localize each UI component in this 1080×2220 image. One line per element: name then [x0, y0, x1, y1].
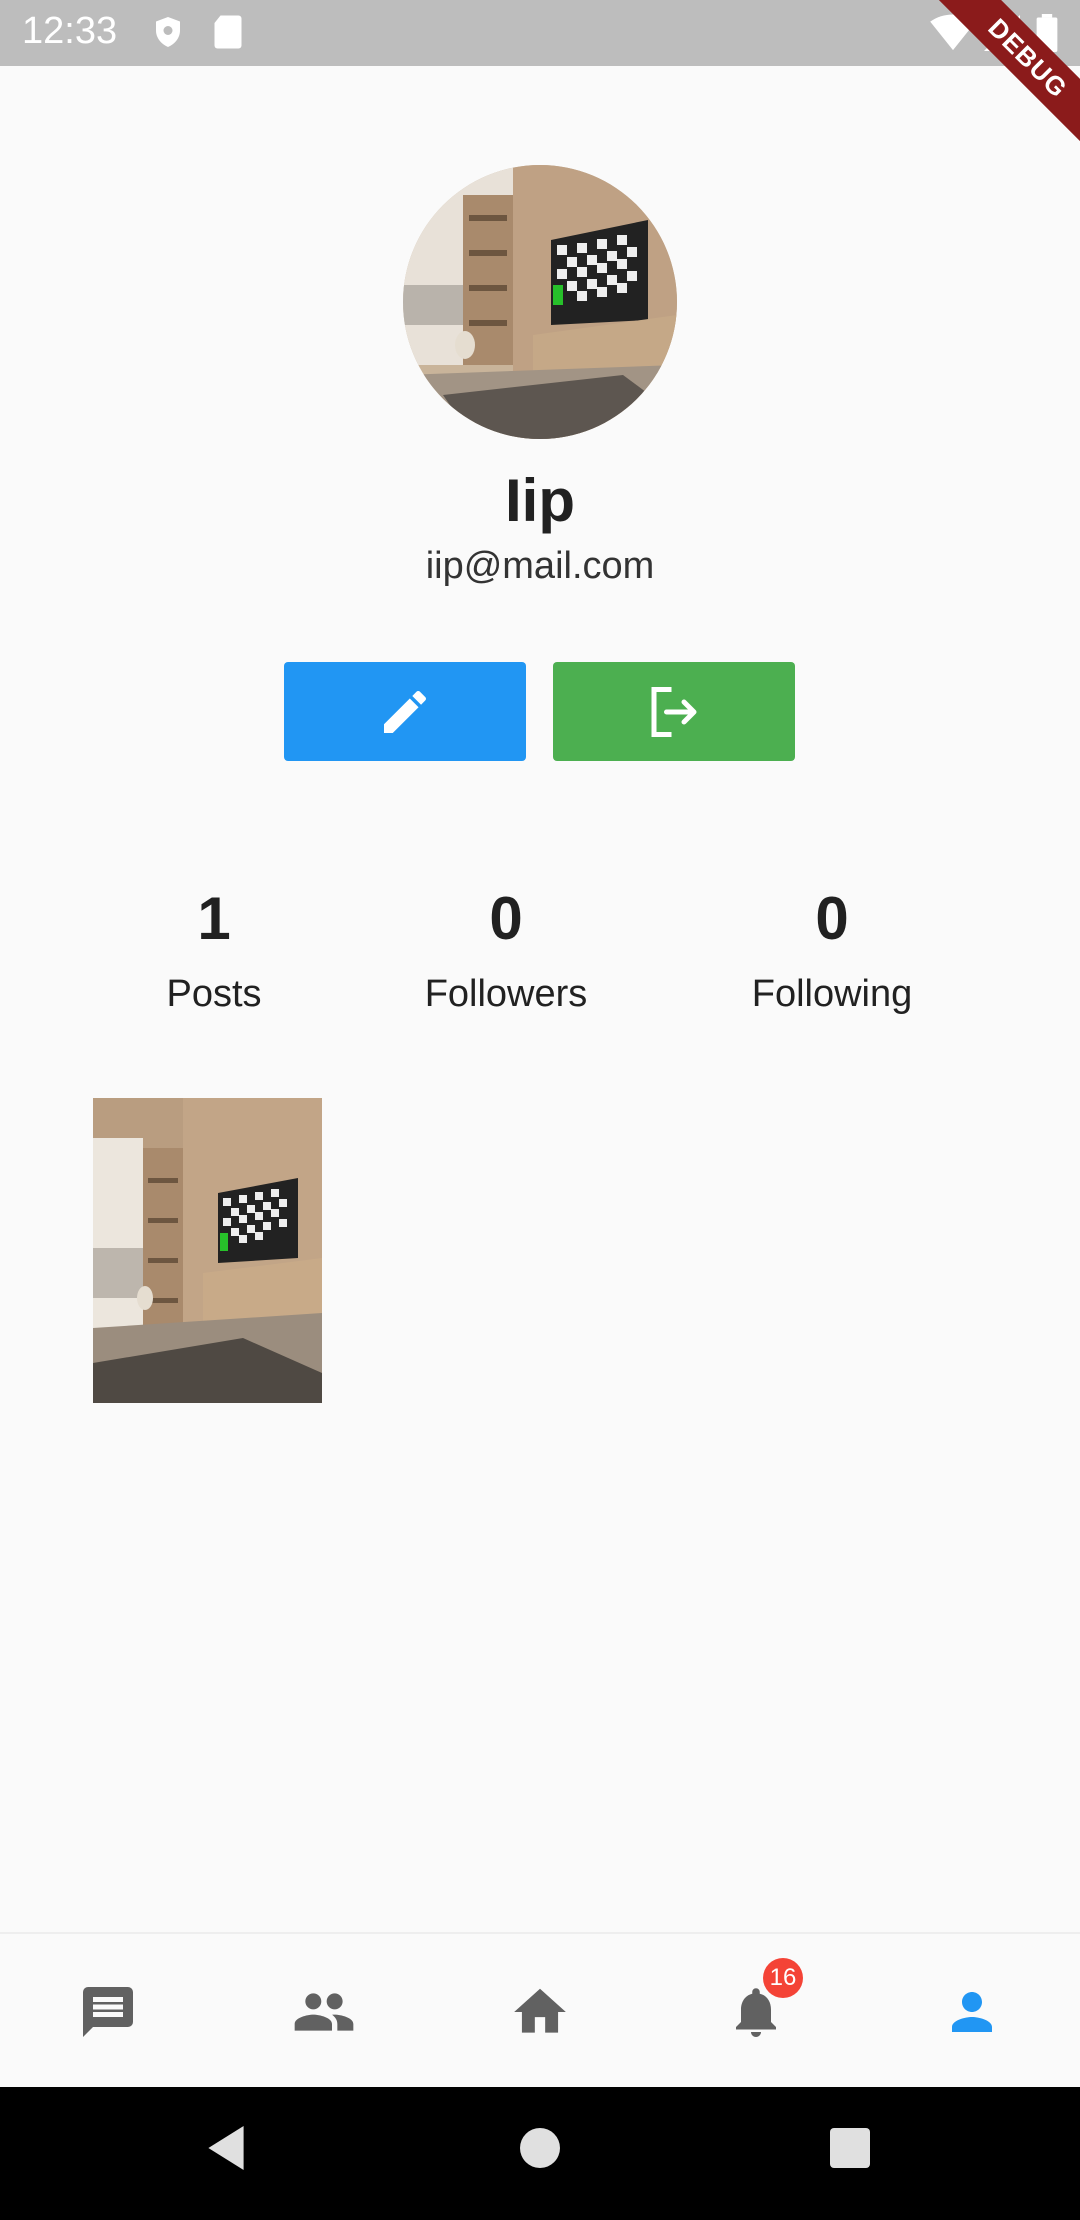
post-thumbnail[interactable] [93, 1098, 322, 1403]
profile-name: Iip [505, 467, 575, 534]
nav-home[interactable] [432, 1934, 648, 2089]
debug-label: DEBUG [920, 0, 1080, 160]
shield-icon [156, 17, 180, 47]
stat-posts-value: 1 [197, 885, 231, 952]
stat-posts-label: Posts [166, 973, 262, 1015]
living-room-photo [403, 165, 677, 439]
stat-followers[interactable]: 0 Followers [376, 884, 636, 1016]
stat-following-label: Following [751, 973, 913, 1015]
chat-icon [83, 1986, 133, 2037]
profile-avatar[interactable] [403, 165, 677, 439]
logout-icon [651, 686, 697, 737]
recents-icon[interactable] [828, 2123, 872, 2173]
nav-chat[interactable] [0, 1934, 216, 2089]
sd-card-icon [214, 15, 242, 49]
stat-following[interactable]: 0 Following [702, 884, 962, 1016]
stat-posts: 1 Posts [84, 884, 344, 1016]
home-icon [514, 1988, 566, 2033]
profile-email: iip@mail.com [425, 545, 655, 587]
nav-profile[interactable] [864, 1934, 1080, 2089]
pencil-icon [384, 690, 427, 733]
status-bar: 12:33 DEBUG [0, 0, 1080, 160]
debug-banner: DEBUG [920, 0, 1080, 160]
stat-following-value: 0 [815, 885, 849, 952]
people-icon [294, 1992, 354, 2031]
home-circle-icon[interactable] [518, 2123, 562, 2173]
back-icon[interactable] [204, 2123, 248, 2173]
nav-notifications[interactable]: 16 [648, 1934, 864, 2089]
stat-followers-value: 0 [489, 885, 523, 952]
stat-followers-label: Followers [424, 973, 588, 1015]
status-time: 12:33 [22, 10, 118, 52]
system-navigation-bar [0, 2087, 1080, 2220]
person-icon [952, 1991, 992, 2032]
bottom-navigation: 16 [0, 1932, 1080, 2089]
notification-badge: 16 [763, 1958, 803, 1998]
logout-button[interactable] [553, 662, 795, 761]
edit-profile-button[interactable] [284, 662, 526, 761]
living-room-photo [93, 1098, 322, 1403]
nav-people[interactable] [216, 1934, 432, 2089]
